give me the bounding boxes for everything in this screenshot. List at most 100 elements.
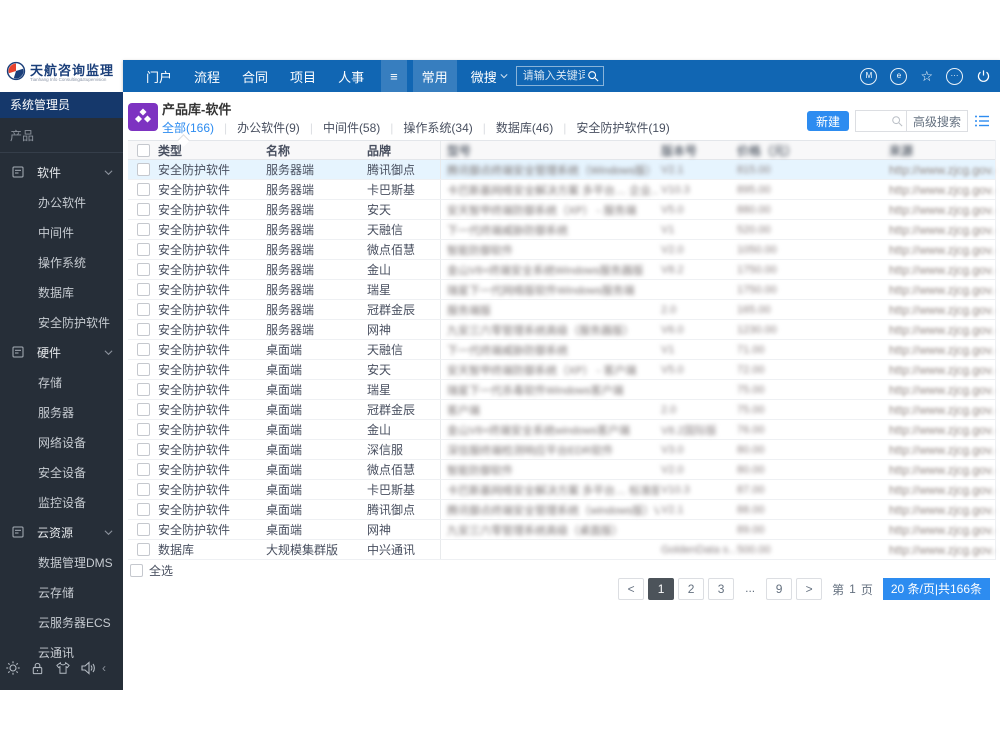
row-checkbox[interactable]	[137, 343, 150, 356]
page-button[interactable]: 1	[648, 578, 675, 600]
table-row[interactable]: 安全防护软件 服务器端 卡巴斯基 卡巴斯基网络安全解决方案 多平台… 企业… V…	[128, 180, 995, 200]
page-button[interactable]: 2	[678, 578, 705, 600]
page-size-selector[interactable]: 20 条/页|共166条	[882, 578, 990, 600]
row-checkbox[interactable]	[137, 163, 150, 176]
header-checkbox[interactable]	[137, 143, 150, 157]
column-settings-icon[interactable]	[974, 114, 990, 128]
sidebar-item[interactable]: 软件	[0, 157, 123, 187]
row-checkbox[interactable]	[137, 183, 150, 196]
row-checkbox[interactable]	[137, 443, 150, 456]
sidebar-item[interactable]: 服务器	[0, 397, 123, 427]
theme-shirt-icon[interactable]	[50, 661, 75, 675]
logout-power-icon[interactable]	[976, 69, 991, 84]
search-scope-dropdown[interactable]: 微搜	[471, 67, 508, 86]
category-tab[interactable]: 安全防护软件(19)	[553, 119, 669, 136]
row-checkbox[interactable]	[137, 243, 150, 256]
page-button[interactable]: ...	[738, 578, 762, 598]
table-row[interactable]: 安全防护软件 服务器端 金山 金山V8+终端安全系统Windows服务器版 V8…	[128, 260, 995, 280]
row-checkbox[interactable]	[137, 363, 150, 376]
page-button[interactable]: <	[618, 578, 645, 600]
table-row[interactable]: 数据库 大规模集群版 中兴通讯 GoldenData s… 500.00 htt…	[128, 540, 995, 560]
sidebar-item[interactable]: 云服务器ECS	[0, 607, 123, 637]
table-row[interactable]: 安全防护软件 服务器端 冠群金辰 服务端版 2.0 165.00 http://…	[128, 300, 995, 320]
page-button[interactable]: >	[796, 578, 823, 600]
sidebar-item[interactable]: 数据管理DMS	[0, 547, 123, 577]
row-checkbox[interactable]	[137, 503, 150, 516]
sidebar-item[interactable]: 云资源	[0, 517, 123, 547]
search-icon[interactable]	[891, 115, 903, 127]
sound-speaker-icon[interactable]	[75, 661, 100, 675]
table-row[interactable]: 安全防护软件 桌面端 瑞星 瑞星下一代杀毒软件Windows客户端 75.00 …	[128, 380, 995, 400]
category-tab[interactable]: 中间件(58)	[300, 119, 380, 136]
table-row[interactable]: 安全防护软件 桌面端 安天 安天智甲终端防御系统（XP） - 客户端 V5.0 …	[128, 360, 995, 380]
row-checkbox[interactable]	[137, 483, 150, 496]
sidebar-item[interactable]: 办公软件	[0, 187, 123, 217]
row-checkbox[interactable]	[137, 303, 150, 316]
table-row[interactable]: 安全防护软件 服务器端 安天 安天智甲终端防御系统（XP） - 服务端 V5.0…	[128, 200, 995, 220]
topnav-item[interactable]: 合同	[231, 67, 279, 86]
messages-icon[interactable]: M	[860, 67, 878, 85]
table-row[interactable]: 安全防护软件 桌面端 深信服 深信服终端检测响应平台EDR软件 V3.0 80.…	[128, 440, 995, 460]
table-row[interactable]: 安全防护软件 桌面端 冠群金辰 客户端 2.0 75.00 http://www…	[128, 400, 995, 420]
table-row[interactable]: 安全防护软件 服务器端 微点佰慧 智能防御软件 V2.0 1050.00 htt…	[128, 240, 995, 260]
row-checkbox[interactable]	[137, 223, 150, 236]
sidebar-item[interactable]: 操作系统	[0, 247, 123, 277]
table-row[interactable]: 安全防护软件 桌面端 卡巴斯基 卡巴斯基网络安全解决方案 多平台… 标准版 - …	[128, 480, 995, 500]
select-all-checkbox[interactable]	[130, 564, 143, 577]
category-tab[interactable]: 全部(166)	[162, 119, 214, 136]
sidebar-item[interactable]: 安全防护软件	[0, 307, 123, 337]
sidebar-item[interactable]: 存储	[0, 367, 123, 397]
table-row[interactable]: 安全防护软件 服务器端 腾讯御点 腾讯御点终端安全管理系统（Windows版） …	[128, 160, 995, 180]
category-tab[interactable]: 操作系统(34)	[380, 119, 472, 136]
table-row[interactable]: 安全防护软件 桌面端 天融信 下一代终端威胁防御系统 V1 71.00 http…	[128, 340, 995, 360]
new-button[interactable]: 新建	[806, 111, 849, 131]
row-checkbox[interactable]	[137, 463, 150, 476]
table-row[interactable]: 安全防护软件 桌面端 微点佰慧 智能防御软件 V2.0 80.00 http:/…	[128, 460, 995, 480]
mail-icon[interactable]: e	[890, 67, 908, 85]
row-checkbox[interactable]	[137, 383, 150, 396]
lock-icon[interactable]	[25, 661, 50, 676]
row-checkbox[interactable]	[137, 323, 150, 336]
table-row[interactable]: 安全防护软件 桌面端 腾讯御点 腾讯御点终端安全管理系统（windows版）V2…	[128, 500, 995, 520]
sidebar-item[interactable]: 监控设备	[0, 487, 123, 517]
row-checkbox[interactable]	[137, 423, 150, 436]
sidebar-item[interactable]: 中间件	[0, 217, 123, 247]
table-row[interactable]: 安全防护软件 服务器端 天融信 下一代终端威胁防御系统 V1 520.00 ht…	[128, 220, 995, 240]
table-row[interactable]: 安全防护软件 桌面端 网神 九安三六零管理系统高级（桌面版） 89.00 htt…	[128, 520, 995, 540]
favorites-icon[interactable]: ☆	[920, 69, 933, 83]
sidebar-item[interactable]: 安全设备	[0, 457, 123, 487]
page-button[interactable]: 9	[766, 578, 793, 600]
topnav-item[interactable]: 流程	[183, 67, 231, 86]
row-checkbox[interactable]	[137, 203, 150, 216]
table-row[interactable]: 安全防护软件 服务器端 瑞星 瑞星下一代网络版软件Windows服务端 1750…	[128, 280, 995, 300]
category-tab[interactable]: 办公软件(9)	[214, 119, 300, 136]
sidebar-item[interactable]: 数据库	[0, 277, 123, 307]
row-checkbox[interactable]	[137, 523, 150, 536]
settings-gear-icon[interactable]	[0, 660, 25, 676]
row-checkbox[interactable]	[137, 263, 150, 276]
collapse-sidebar-icon[interactable]: ‹	[102, 661, 106, 675]
apps-menu-button[interactable]: ≡	[381, 60, 407, 92]
category-tab[interactable]: 数据库(46)	[473, 119, 553, 136]
table-row[interactable]: 安全防护软件 桌面端 金山 金山V8+终端安全系统windows客户端 V8.2…	[128, 420, 995, 440]
table-row[interactable]: 安全防护软件 服务器端 网神 九安三六零管理系统高级（服务器版） V6.0 12…	[128, 320, 995, 340]
row-checkbox[interactable]	[137, 403, 150, 416]
row-checkbox[interactable]	[137, 283, 150, 296]
global-search-input[interactable]	[520, 69, 587, 83]
user-role-header[interactable]: 系统管理员	[0, 92, 123, 118]
sidebar-item[interactable]: 云存储	[0, 577, 123, 607]
topnav-item[interactable]: 项目	[279, 67, 327, 86]
page-jump-value[interactable]: 1	[849, 582, 856, 596]
table-search-input[interactable]	[855, 115, 888, 127]
topnav-item-pinned[interactable]: 常用	[412, 60, 457, 92]
cell-version-blurred: V8.2国际版	[661, 424, 717, 437]
topnav-item[interactable]: 门户	[135, 67, 183, 86]
page-button[interactable]: 3	[708, 578, 735, 600]
search-icon[interactable]	[587, 70, 599, 82]
topnav-item[interactable]: 人事	[327, 67, 375, 86]
sidebar-item[interactable]: 网络设备	[0, 427, 123, 457]
row-checkbox[interactable]	[137, 543, 150, 556]
sidebar-item[interactable]: 硬件	[0, 337, 123, 367]
advanced-search-link[interactable]: 高级搜索	[905, 110, 967, 132]
more-icon[interactable]: ···	[946, 67, 963, 85]
